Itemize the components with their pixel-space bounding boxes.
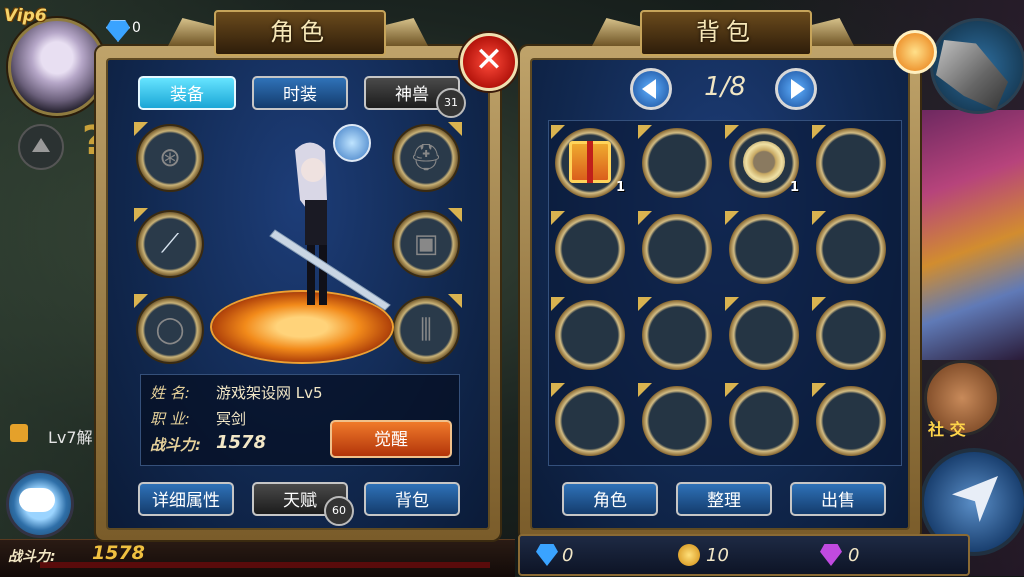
tab-equipment[interactable]: 装备 (138, 76, 236, 110)
bag-slot[interactable]: 1 (551, 125, 629, 201)
bag-slot[interactable]: 1 (725, 125, 803, 201)
bag-slot[interactable] (551, 211, 629, 287)
currency-bar (518, 534, 970, 576)
name-value: 游戏架设网 Lv5 (216, 384, 323, 402)
bag-slot[interactable] (638, 125, 716, 201)
combat-power-label: 战斗力: (150, 436, 201, 454)
diamond-count: 0 (562, 545, 574, 566)
slot-weapon[interactable]: ⟋ (134, 208, 206, 280)
tab-fashion[interactable]: 时装 (252, 76, 348, 110)
power-value: 1578 (92, 542, 145, 564)
bag-slot[interactable] (812, 297, 890, 373)
hud-gem-count: 0 (132, 20, 141, 36)
slot-boots[interactable]: ⫼ (390, 294, 462, 366)
role-panel-title: 角色 (214, 10, 386, 56)
bag-close-icon[interactable] (893, 30, 937, 74)
bag-slot[interactable] (812, 383, 890, 459)
awaken-button[interactable]: 觉醒 (330, 420, 452, 458)
prev-arrow-icon (642, 79, 656, 99)
unlock-hint: Lv7解 (48, 428, 93, 447)
bag-slot[interactable] (551, 297, 629, 373)
bag-slot[interactable] (725, 211, 803, 287)
power-label: 战斗力: (8, 549, 56, 565)
bag-slot[interactable] (725, 297, 803, 373)
amulet-icon: ⊛ (159, 143, 181, 173)
combat-power-value: 1578 (216, 432, 267, 453)
name-label: 姓 名: (150, 384, 190, 402)
slot-amulet[interactable]: ⊛ (134, 122, 206, 194)
gift-box-icon (569, 141, 611, 183)
bag-slot[interactable] (812, 211, 890, 287)
role-button[interactable]: 角色 (562, 482, 658, 516)
skull-coin-icon (743, 141, 785, 183)
helmet-icon: ⛑ (409, 143, 443, 173)
character-model[interactable] (255, 140, 395, 320)
bag-slot[interactable] (638, 211, 716, 287)
detail-attributes-button[interactable]: 详细属性 (138, 482, 234, 516)
chat-bubble-icon (19, 488, 55, 512)
gold-count: 10 (706, 545, 729, 566)
close-button[interactable]: ✕ (460, 33, 518, 91)
scroll-up-button[interactable] (18, 124, 64, 170)
crystal-count: 0 (848, 545, 860, 566)
bag-slot[interactable] (638, 383, 716, 459)
gold-coin-icon (678, 544, 700, 566)
boots-icon: ⫼ (420, 314, 432, 345)
beast-lock-badge: 31 (436, 88, 466, 118)
bag-panel-title: 背包 (640, 10, 812, 56)
sell-button[interactable]: 出售 (790, 482, 886, 516)
armor-icon: ▣ (413, 229, 439, 259)
job-value: 冥剑 (216, 410, 247, 428)
sort-button[interactable]: 整理 (676, 482, 772, 516)
item-quantity: 1 (789, 180, 799, 195)
bag-slot[interactable] (812, 125, 890, 201)
talent-lock-badge: 60 (324, 496, 354, 526)
job-label: 职 业: (150, 410, 190, 428)
bag-button[interactable]: 背包 (364, 482, 460, 516)
page-indicator: 1/8 (704, 72, 746, 102)
bag-slot[interactable] (638, 297, 716, 373)
bag-slot[interactable] (551, 383, 629, 459)
vip-level: Vip6 (4, 6, 47, 26)
slot-armor[interactable]: ▣ (390, 208, 462, 280)
slot-ring[interactable]: ◯ (134, 294, 206, 366)
power-bar-container (0, 539, 515, 577)
item-quantity: 1 (615, 180, 625, 195)
sword-icon: ⟋ (160, 228, 180, 259)
social-label: 社 交 (928, 420, 966, 439)
slot-helmet[interactable]: ⛑ (390, 122, 462, 194)
next-arrow-icon (791, 79, 805, 99)
bag-slot[interactable] (725, 383, 803, 459)
event-banner-art[interactable] (920, 110, 1024, 360)
lock-icon (10, 424, 28, 442)
player-avatar[interactable] (8, 18, 106, 116)
ring-icon: ◯ (155, 315, 185, 345)
